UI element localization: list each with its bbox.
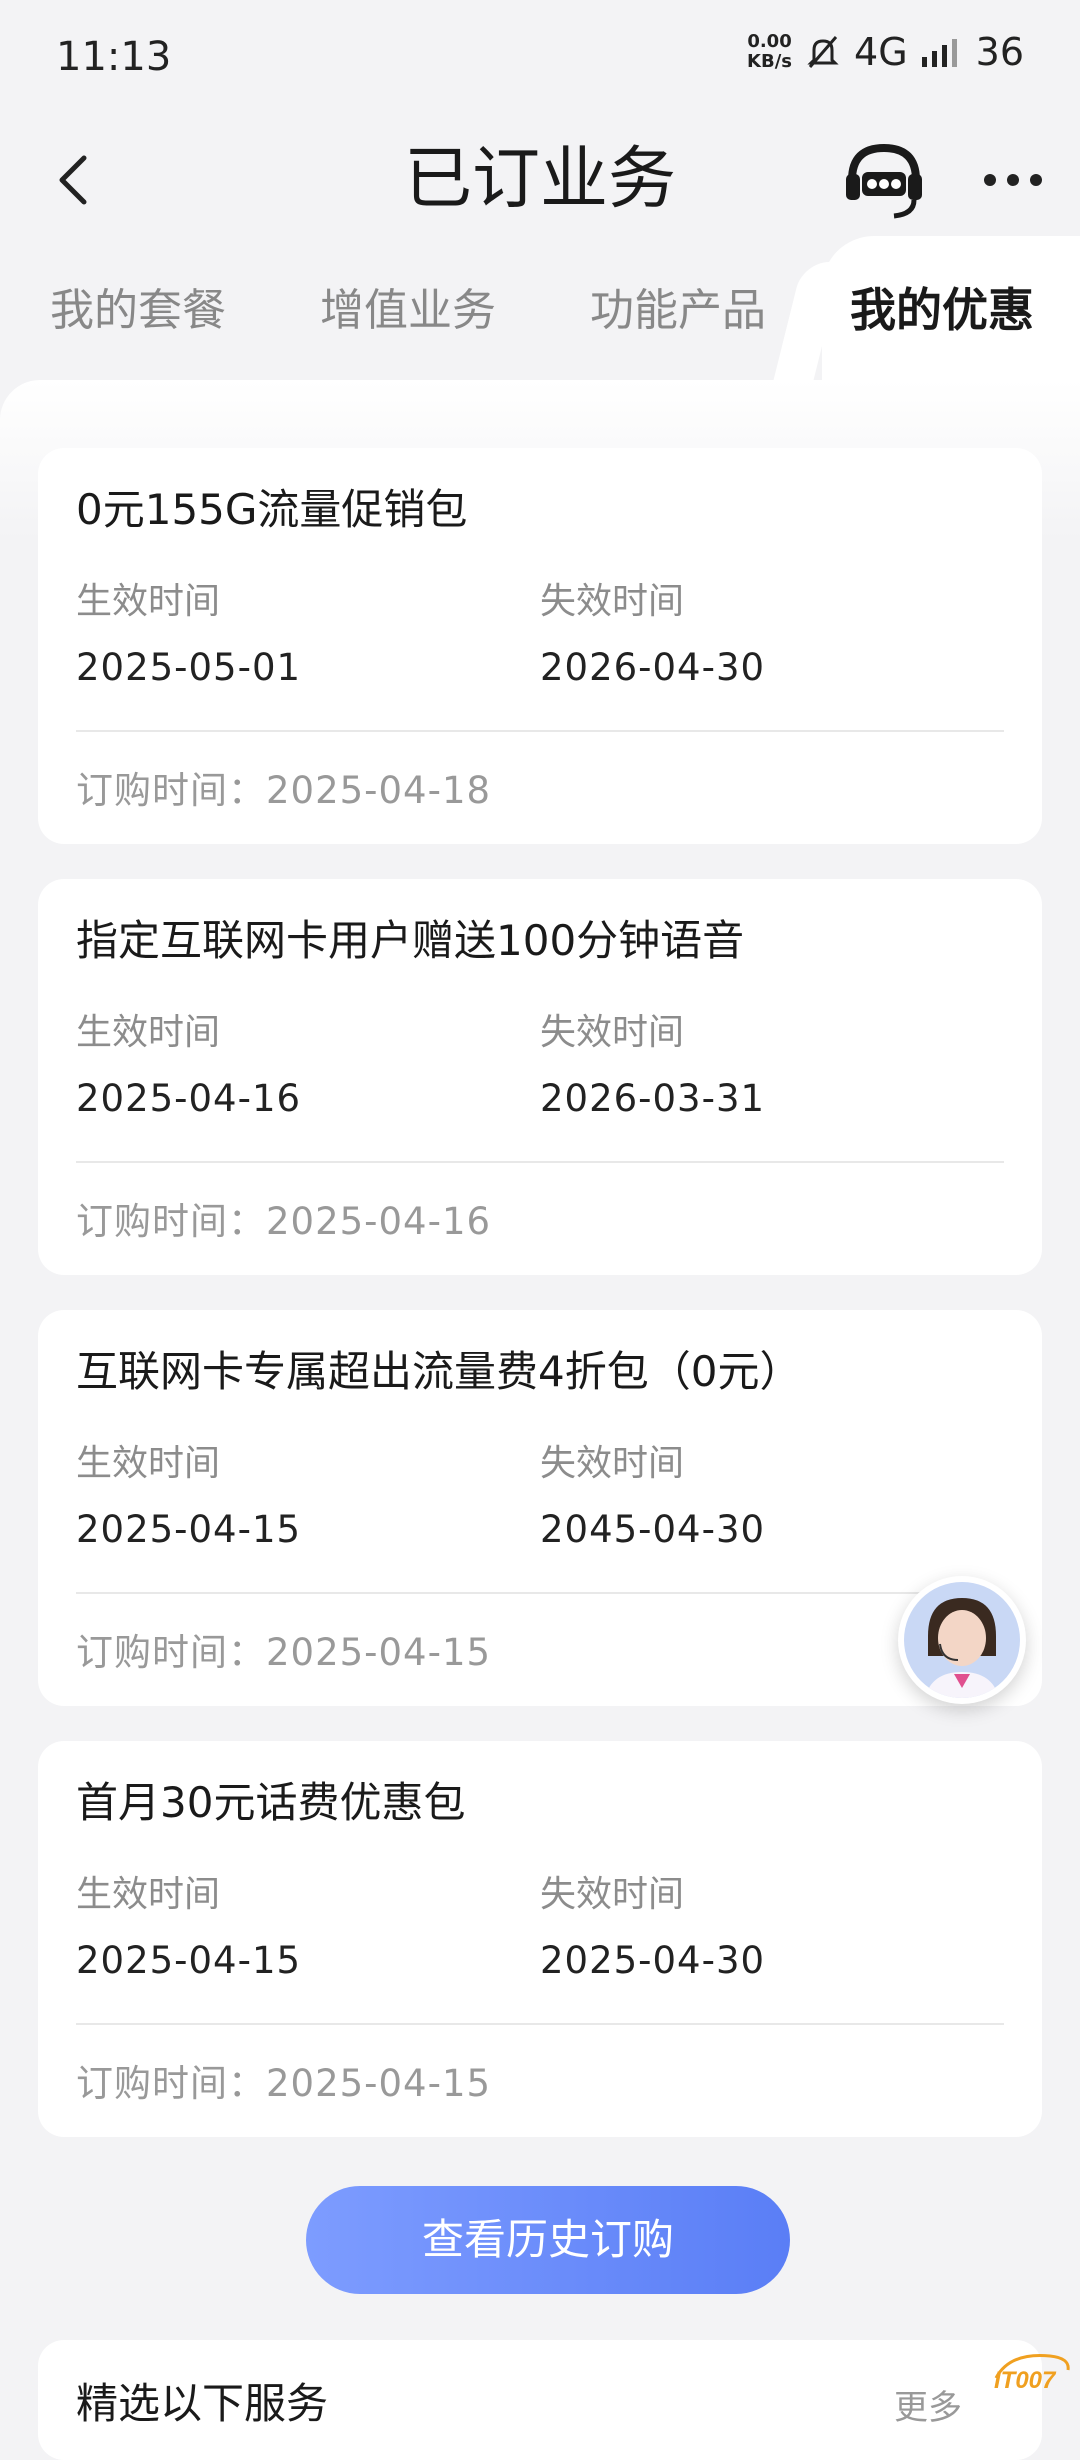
tab-function-products[interactable]: 功能产品	[590, 274, 766, 338]
order-time-label: 订购时间：	[76, 2062, 266, 2105]
order-time-value: 2025-04-15	[266, 2062, 492, 2105]
tab-my-package[interactable]: 我的套餐	[50, 274, 226, 338]
discount-card[interactable]: 首月30元话费优惠包 生效时间 失效时间 2025-04-15 2025-04-…	[38, 1741, 1042, 2137]
expiry-label: 失效时间	[540, 1012, 685, 1053]
order-time-value: 2025-04-18	[266, 769, 492, 812]
status-icons: 0.00 KB/s 4G 36	[747, 30, 1024, 74]
signal-icon	[920, 35, 964, 69]
watermark-text: IT007	[994, 2367, 1057, 2394]
customer-service-avatar-button[interactable]	[898, 1576, 1026, 1704]
status-time: 11:13	[56, 34, 172, 80]
card-title: 0元155G流量促销包	[76, 485, 468, 534]
card-title: 首月30元话费优惠包	[76, 1778, 466, 1827]
order-time: 订购时间：2025-04-15	[76, 2053, 491, 2107]
10000-headset-icon	[846, 143, 922, 219]
effective-date: 2025-04-15	[76, 1508, 302, 1551]
effective-date: 2025-04-15	[76, 1939, 302, 1982]
expiry-label: 失效时间	[540, 581, 685, 622]
order-time-value: 2025-04-16	[266, 1200, 492, 1243]
effective-label: 生效时间	[76, 1874, 221, 1915]
status-bar: 11:13 0.00 KB/s 4G 36	[0, 0, 1080, 124]
content-panel: 0元155G流量促销包 生效时间 失效时间 2025-05-01 2026-04…	[0, 380, 1080, 2400]
watermark-logo: IT007	[990, 2348, 1074, 2396]
card-divider	[76, 2023, 1004, 2025]
view-history-orders-button[interactable]: 查看历史订购	[306, 2186, 790, 2294]
agent-avatar-icon	[904, 1582, 1020, 1698]
order-time: 订购时间：2025-04-15	[76, 1622, 491, 1676]
card-title: 指定互联网卡用户赠送100分钟语音	[76, 916, 745, 965]
customer-service-button[interactable]	[838, 134, 930, 226]
recommended-services-card: 精选以下服务 更多	[38, 2340, 1042, 2460]
expiry-date: 2026-03-31	[540, 1077, 766, 1120]
discount-card[interactable]: 0元155G流量促销包 生效时间 失效时间 2025-05-01 2026-04…	[38, 448, 1042, 844]
order-time-label: 订购时间：	[76, 1631, 266, 1674]
order-time-label: 订购时间：	[76, 1200, 266, 1243]
effective-label: 生效时间	[76, 1012, 221, 1053]
expiry-date: 2025-04-30	[540, 1939, 766, 1982]
effective-label: 生效时间	[76, 581, 221, 622]
tab-bar: 我的套餐 增值业务 功能产品 我的优惠	[0, 236, 1080, 382]
expiry-date: 2026-04-30	[540, 646, 766, 689]
more-dots-icon	[984, 174, 1042, 186]
more-link[interactable]: 更多	[894, 2380, 962, 2429]
effective-date: 2025-05-01	[76, 646, 302, 689]
card-divider	[76, 1161, 1004, 1163]
card-title: 互联网卡专属超出流量费4折包（0元）	[76, 1347, 802, 1396]
recommended-services-title: 精选以下服务	[76, 2379, 329, 2428]
order-time: 订购时间：2025-04-16	[76, 1191, 491, 1245]
order-time-value: 2025-04-15	[266, 1631, 492, 1674]
expiry-label: 失效时间	[540, 1443, 685, 1484]
network-speed: 0.00 KB/s	[747, 32, 792, 72]
network-speed-unit: KB/s	[747, 51, 793, 72]
expiry-label: 失效时间	[540, 1874, 685, 1915]
discount-card[interactable]: 互联网卡专属超出流量费4折包（0元） 生效时间 失效时间 2025-04-15 …	[38, 1310, 1042, 1706]
order-time-label: 订购时间：	[76, 769, 266, 812]
tab-my-discounts[interactable]: 我的优惠	[850, 274, 1034, 340]
card-divider	[76, 730, 1004, 732]
network-type: 4G	[854, 30, 908, 74]
header-bar: 已订业务	[0, 124, 1080, 244]
network-speed-value: 0.00	[747, 31, 792, 52]
bell-muted-icon	[804, 33, 842, 71]
effective-date: 2025-04-16	[76, 1077, 302, 1120]
battery-level: 36	[975, 30, 1024, 74]
discount-card[interactable]: 指定互联网卡用户赠送100分钟语音 生效时间 失效时间 2025-04-16 2…	[38, 879, 1042, 1275]
order-time: 订购时间：2025-04-18	[76, 760, 491, 814]
effective-label: 生效时间	[76, 1443, 221, 1484]
expiry-date: 2045-04-30	[540, 1508, 766, 1551]
tab-value-added[interactable]: 增值业务	[320, 274, 496, 338]
card-divider	[76, 1592, 1004, 1594]
more-options-button[interactable]	[975, 142, 1051, 218]
